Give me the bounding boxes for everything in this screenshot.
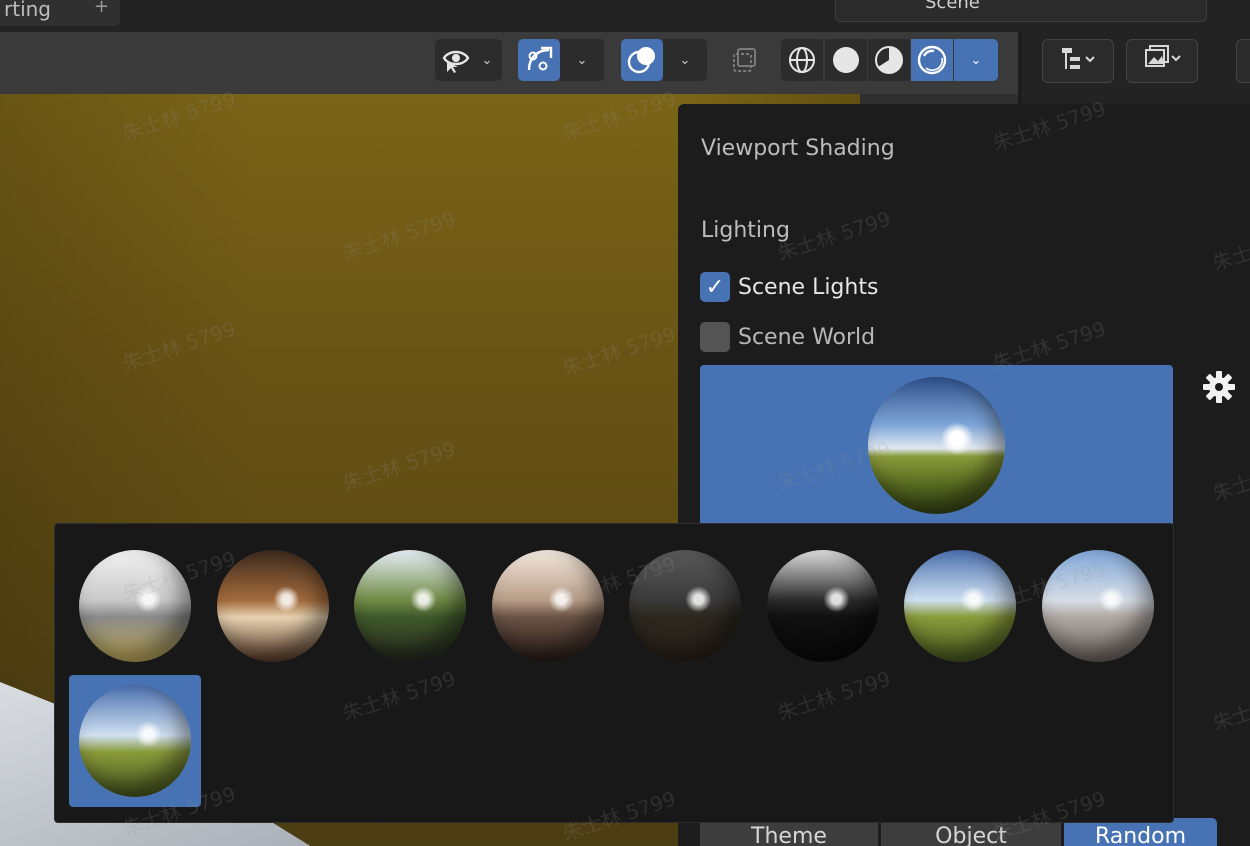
shading-dropdown-chevron-icon[interactable]: ⌄ [954,39,998,81]
scene-world-checkbox-row[interactable]: Scene World [700,321,875,353]
hdri-option-city[interactable] [79,550,191,662]
hdri-option-forest[interactable] [354,550,466,662]
overlays-toggle-button[interactable] [621,39,663,81]
scene-lights-checkbox[interactable]: ✓ [700,272,730,302]
workspace-tab-label: rting [4,0,51,21]
scene-world-checkbox[interactable] [700,322,730,352]
outliner-filter-button[interactable] [1126,39,1198,83]
overlay-icon [621,39,663,81]
solid-icon [825,39,867,81]
gear-icon[interactable] [1200,368,1238,406]
gizmo-icon [518,39,560,81]
workspace-tab[interactable]: rting + [0,0,120,26]
gizmo-dropdown-chevron-icon[interactable]: ⌄ [560,39,604,81]
solid-shading-button[interactable] [825,39,867,81]
material-preview-icon [868,39,910,81]
color-object-label: Object [935,824,1007,846]
popover-title: Viewport Shading [701,136,895,161]
hdri-picker-grid [54,523,1174,823]
hdri-sphere-icon [216,550,329,662]
hdri-sphere-icon [629,550,741,662]
hdri-option-night[interactable] [629,550,741,662]
color-random-label: Random [1094,824,1187,846]
hdri-option-sunset-field-selected[interactable] [69,675,201,807]
wireframe-shading-button[interactable] [781,39,823,81]
hdri-sphere-icon [904,550,1016,662]
visibility-eye-icon [435,39,477,81]
checkmark-icon: ✓ [705,274,725,300]
selectability-visibility-button[interactable] [435,39,477,81]
gizmo-toggle-button[interactable] [518,39,560,81]
hdri-sphere-icon [354,550,466,662]
scene-selector[interactable] [835,0,1207,22]
top-bar: rting + Scene [0,0,1250,32]
hdri-sphere-icon [79,550,191,662]
add-workspace-icon[interactable]: + [94,0,109,17]
outliner-display-mode-button[interactable] [1042,39,1114,83]
scene-world-label: Scene World [738,324,876,350]
xray-toggle-button[interactable] [724,39,766,81]
scene-lights-label: Scene Lights [738,274,879,300]
outliner-search-button[interactable] [1236,39,1250,83]
xray-icon [724,39,766,81]
hdri-sphere-icon [79,685,191,797]
hdri-option-studio[interactable] [491,550,604,662]
overlays-dropdown-chevron-icon[interactable]: ⌄ [663,39,707,81]
wireframe-icon [781,39,823,81]
hdri-preview-selector[interactable] [700,365,1173,545]
hdri-sphere-icon [766,550,879,662]
hdri-preview-sphere [868,377,1005,514]
hdri-option-courtyard[interactable] [1041,550,1154,662]
outliner-tree-icon [1060,45,1096,78]
hdri-sphere-icon [491,550,604,662]
visibility-dropdown-chevron-icon[interactable]: ⌄ [472,39,502,81]
image-stack-icon [1142,44,1182,79]
scene-lights-checkbox-row[interactable]: ✓ Scene Lights [700,271,878,303]
lighting-section-label: Lighting [701,218,790,243]
hdri-option-sunset-field[interactable] [904,550,1016,662]
rendered-icon [911,39,953,81]
material-preview-shading-button[interactable] [868,39,910,81]
hdri-sphere-icon [1041,550,1154,662]
rendered-shading-button[interactable] [911,39,953,81]
hdri-option-dark-studio[interactable] [766,550,879,662]
hdri-option-interior[interactable] [216,550,329,662]
color-theme-label: Theme [751,824,827,846]
scene-name: Scene [925,0,980,13]
